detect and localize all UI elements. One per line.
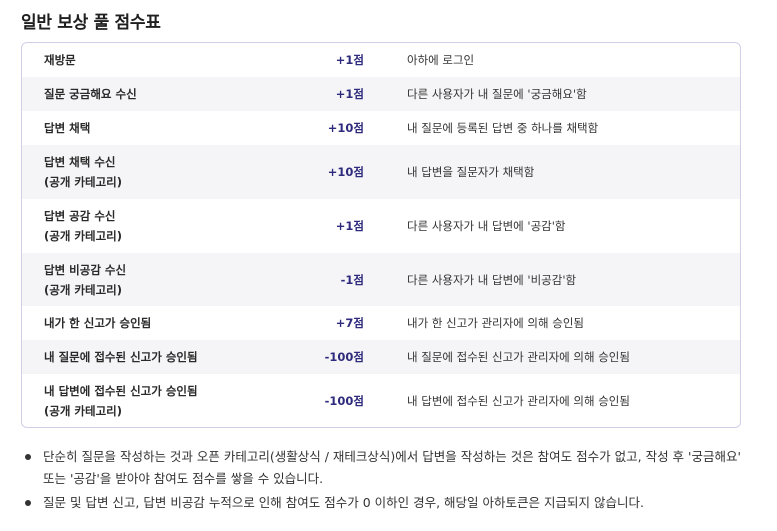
row-name: 답변 채택 수신 (공개 카테고리) — [44, 155, 122, 189]
notes-list: 단순히 질문을 작성하는 것과 오픈 카테고리(생활상식 / 재테크상식)에서 … — [24, 446, 744, 516]
score-table: 재방문 +1점 아하에 로그인 질문 궁금해요 수신 +1점 다른 사용자가 내… — [21, 42, 741, 428]
table-row: 답변 비공감 수신 (공개 카테고리) -1점 다른 사용자가 내 답변에 '비… — [22, 253, 740, 306]
row-name: 내 답변에 접수된 신고가 승인됨 (공개 카테고리) — [44, 384, 198, 418]
list-item: 질문 및 답변 신고, 답변 비공감 누적으로 인해 참여도 점수가 0 이하인… — [24, 492, 744, 514]
row-description: 다른 사용자가 내 답변에 '공감'함 — [407, 219, 566, 233]
note-text: 질문 및 답변 신고, 답변 비공감 누적으로 인해 참여도 점수가 0 이하인… — [43, 495, 644, 510]
row-name: 내가 한 신고가 승인됨 — [44, 316, 152, 330]
row-description: 내 답변에 접수된 신고가 관리자에 의해 승인됨 — [407, 394, 630, 408]
table-row: 답변 채택 수신 (공개 카테고리) +10점 내 답변을 질문자가 채택함 — [22, 145, 740, 199]
table-row: 답변 채택 +10점 내 질문에 등록된 답변 중 하나를 채택함 — [22, 111, 740, 145]
row-points: +10점 — [327, 121, 364, 135]
table-row: 질문 궁금해요 수신 +1점 다른 사용자가 내 질문에 '궁금해요'함 — [22, 77, 740, 111]
note-text: 단순히 질문을 작성하는 것과 오픈 카테고리(생활상식 / 재테크상식)에서 … — [43, 449, 741, 486]
row-name: 재방문 — [44, 53, 76, 67]
row-points: +7점 — [335, 316, 364, 330]
row-name: 답변 채택 — [44, 121, 91, 135]
row-name: 답변 비공감 수신 (공개 카테고리) — [44, 262, 127, 297]
table-row: 재방문 +1점 아하에 로그인 — [22, 43, 740, 77]
row-points: +1점 — [335, 53, 364, 67]
row-name: 질문 궁금해요 수신 — [44, 87, 137, 101]
row-description: 아하에 로그인 — [407, 53, 475, 67]
bullet-icon — [25, 454, 31, 460]
row-description: 내 답변을 질문자가 채택함 — [407, 165, 535, 179]
row-name: 답변 공감 수신 (공개 카테고리) — [44, 209, 122, 243]
list-item: 단순히 질문을 작성하는 것과 오픈 카테고리(생활상식 / 재테크상식)에서 … — [24, 446, 744, 490]
page-title: 일반 보상 풀 점수표 — [21, 13, 161, 33]
row-points: +1점 — [335, 219, 364, 233]
row-description: 내가 한 신고가 관리자에 의해 승인됨 — [407, 316, 584, 330]
row-description: 다른 사용자가 내 질문에 '궁금해요'함 — [407, 87, 587, 101]
row-points: +1점 — [335, 87, 364, 101]
row-points: -100점 — [324, 394, 364, 408]
row-points: -1점 — [340, 272, 364, 287]
bullet-icon — [25, 500, 31, 506]
table-row: 내가 한 신고가 승인됨 +7점 내가 한 신고가 관리자에 의해 승인됨 — [22, 306, 740, 340]
row-points: +10점 — [327, 165, 364, 179]
table-row: 내 답변에 접수된 신고가 승인됨 (공개 카테고리) -100점 내 답변에 … — [22, 374, 740, 427]
table-row: 내 질문에 접수된 신고가 승인됨 -100점 내 질문에 접수된 신고가 관리… — [22, 340, 740, 374]
row-name: 내 질문에 접수된 신고가 승인됨 — [44, 350, 198, 364]
table-row: 답변 공감 수신 (공개 카테고리) +1점 다른 사용자가 내 답변에 '공감… — [22, 199, 740, 253]
row-description: 내 질문에 등록된 답변 중 하나를 채택함 — [407, 121, 599, 135]
row-description: 다른 사용자가 내 답변에 '비공감'함 — [407, 272, 577, 287]
row-points: -100점 — [324, 350, 364, 364]
row-description: 내 질문에 접수된 신고가 관리자에 의해 승인됨 — [407, 350, 630, 364]
